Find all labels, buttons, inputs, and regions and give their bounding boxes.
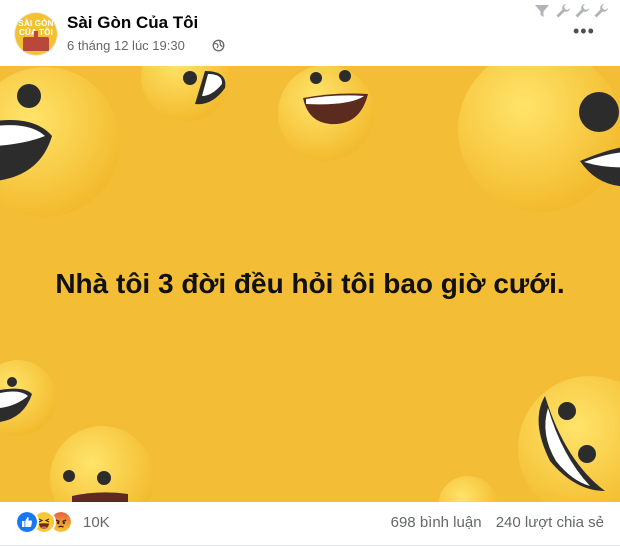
haha-reaction-icon (34, 512, 54, 532)
post-timestamp[interactable]: 6 tháng 12 lúc 19:30 (67, 38, 185, 53)
angry-reaction-icon (51, 512, 71, 532)
emoji-decoration (97, 471, 111, 485)
page-avatar[interactable]: SÀI GÒN CỦA TÔI (15, 13, 57, 55)
emoji-decoration (183, 71, 197, 85)
globe-icon (212, 39, 225, 52)
wrench-icon[interactable] (555, 3, 571, 19)
post-header: SÀI GÒN CỦA TÔI Sài Gòn Của Tôi 6 tháng … (0, 0, 620, 66)
page-name-link[interactable]: Sài Gòn Của Tôi (67, 13, 198, 33)
emoji-decoration (438, 476, 498, 502)
emoji-decoration (518, 376, 620, 502)
emoji-decoration (558, 402, 576, 420)
wrench-icon[interactable] (593, 3, 609, 19)
emoji-decoration (17, 84, 41, 108)
emoji-decoration (579, 92, 619, 132)
reactions-summary[interactable] (17, 512, 81, 532)
shares-count-link[interactable]: 240 lượt chia sẻ (496, 514, 604, 531)
reaction-count[interactable]: 10K (83, 514, 110, 531)
like-reaction-icon (17, 512, 37, 532)
emoji-decoration (458, 66, 620, 212)
image-caption: Nhà tôi 3 đời đều hỏi tôi bao giờ cưới. (55, 268, 565, 299)
more-options-icon[interactable]: ••• (573, 22, 595, 40)
emoji-decoration (310, 72, 322, 84)
emoji-decoration (7, 377, 17, 387)
emoji-decoration (578, 445, 596, 463)
filter-icon[interactable] (534, 3, 550, 19)
post-image[interactable]: Nhà tôi 3 đời đều hỏi tôi bao giờ cưới. (0, 66, 620, 502)
post-footer: 10K 698 bình luận 240 lượt chia sẻ (0, 502, 620, 546)
emoji-decoration (339, 70, 351, 82)
emoji-decoration (63, 470, 75, 482)
avatar-building-graphic (23, 31, 49, 51)
post-stats: 698 bình luận 240 lượt chia sẻ (391, 514, 604, 531)
emoji-decoration (50, 426, 154, 502)
wrench-icon[interactable] (574, 3, 590, 19)
comments-count-link[interactable]: 698 bình luận (391, 514, 482, 531)
